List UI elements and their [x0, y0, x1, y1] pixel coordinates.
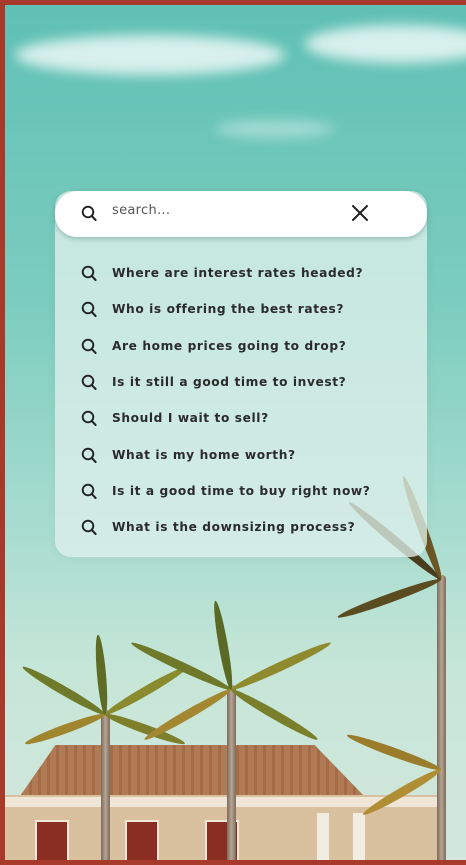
- suggestion-item[interactable]: What is the downsizing process?: [81, 509, 370, 545]
- cloud: [215, 120, 335, 138]
- house-window: [125, 820, 159, 860]
- palm-frond: [23, 710, 107, 748]
- suggestion-label: Where are interest rates headed?: [112, 266, 364, 281]
- palm-frond: [93, 634, 110, 715]
- palm-frond: [210, 600, 236, 691]
- palm-frond: [229, 638, 333, 694]
- search-icon: [81, 205, 97, 221]
- palm-trunk: [227, 685, 236, 860]
- close-icon[interactable]: [350, 203, 370, 223]
- image-frame: search... Where are interest rates heade…: [0, 0, 466, 865]
- search-icon: [81, 265, 97, 282]
- search-icon: [81, 447, 97, 463]
- suggestion-label: Who is offering the best rates?: [112, 302, 345, 317]
- suggestion-label: Is it a good time to buy right now?: [112, 483, 371, 498]
- house-pillar: [353, 813, 365, 860]
- palm-frond: [20, 663, 108, 719]
- palm-trunk: [101, 710, 110, 860]
- suggestion-item[interactable]: What is my home worth?: [81, 436, 370, 472]
- palm-frond: [336, 575, 443, 622]
- search-icon: [81, 411, 97, 427]
- house-roof: [19, 745, 365, 797]
- suggestion-item[interactable]: Who is offering the best rates?: [81, 291, 370, 327]
- search-icon: [81, 374, 97, 391]
- search-bar[interactable]: search...: [55, 191, 427, 237]
- palm-trunk: [437, 575, 446, 860]
- suggestion-item[interactable]: Should I wait to sell?: [81, 400, 370, 436]
- palm-frond: [102, 663, 190, 719]
- suggestion-item[interactable]: Where are interest rates headed?: [81, 255, 370, 291]
- palm-frond: [142, 685, 234, 744]
- suggestion-label: What is my home worth?: [112, 447, 296, 462]
- suggestion-list: Where are interest rates headed? Who is …: [81, 255, 370, 545]
- search-icon: [81, 338, 97, 354]
- suggestion-label: What is the downsizing process?: [112, 520, 356, 535]
- search-icon: [81, 302, 97, 318]
- search-input[interactable]: search...: [112, 203, 170, 218]
- search-icon: [81, 483, 97, 499]
- house-window: [35, 820, 69, 860]
- palm-frond: [228, 685, 320, 744]
- cloud: [15, 35, 285, 75]
- suggestion-item[interactable]: Is it still a good time to invest?: [81, 364, 370, 400]
- search-icon: [81, 519, 97, 536]
- suggestion-item[interactable]: Is it a good time to buy right now?: [81, 473, 370, 509]
- suggestion-label: Should I wait to sell?: [112, 411, 269, 426]
- suggestion-label: Are home prices going to drop?: [112, 338, 347, 353]
- cloud: [305, 25, 466, 63]
- suggestion-label: Is it still a good time to invest?: [112, 375, 347, 390]
- palm-frond: [345, 731, 443, 774]
- house-pillar: [317, 813, 329, 860]
- suggestion-item[interactable]: Are home prices going to drop?: [81, 328, 370, 364]
